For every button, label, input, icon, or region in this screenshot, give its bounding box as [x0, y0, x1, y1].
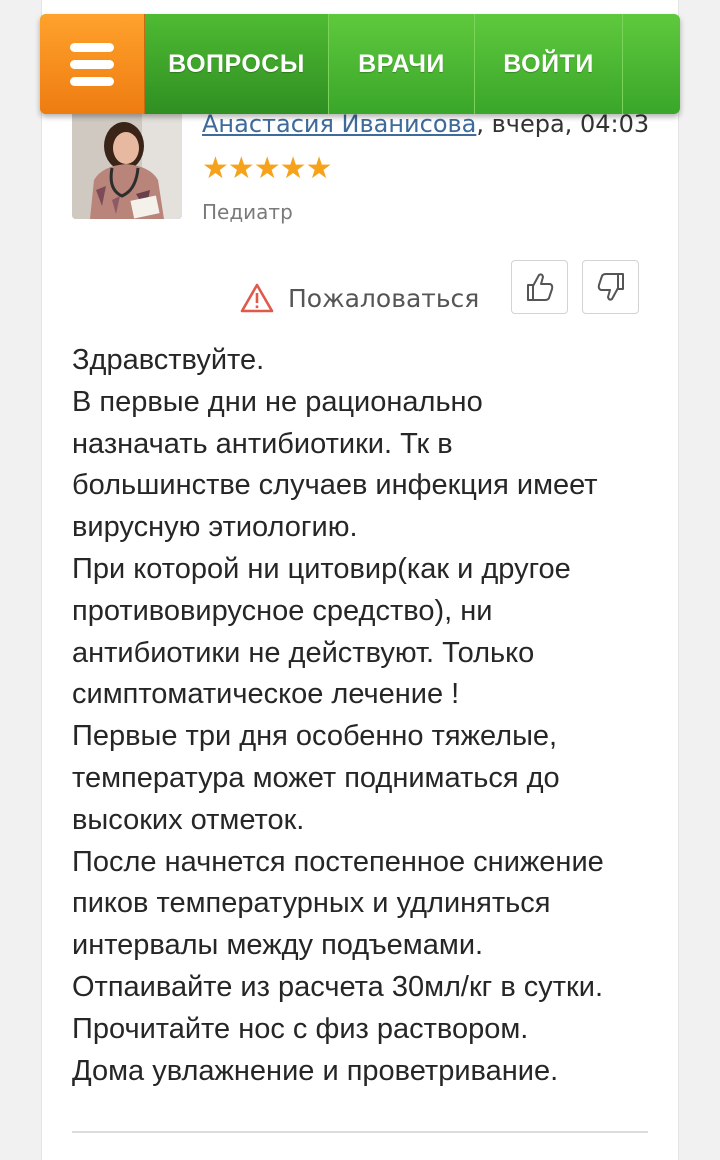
- report-link[interactable]: Пожаловаться: [240, 280, 479, 316]
- posted-time: , вчера, 04:03: [476, 110, 650, 138]
- answer-line: В первые дни не рационально: [72, 385, 483, 418]
- doctor-specialty: Педиатр: [202, 200, 293, 224]
- nav-login[interactable]: ВОЙТИ: [475, 14, 623, 114]
- nav-questions[interactable]: ВОПРОСЫ: [145, 14, 329, 114]
- answer-line: противовирусное средство), ни: [72, 594, 493, 627]
- like-button[interactable]: [511, 260, 568, 314]
- answer-line: вирусную этиологию.: [72, 511, 358, 544]
- nav-doctors[interactable]: ВРАЧИ: [329, 14, 475, 114]
- answer-line: Дома увлажнение и проветривание.: [72, 1054, 559, 1087]
- thumbs-up-icon: [526, 273, 553, 301]
- answer-divider: [72, 1131, 648, 1133]
- author-name-link[interactable]: Анастасия Иванисова: [202, 110, 476, 138]
- answer-line: При которой ни цитовир(как и другое: [72, 552, 571, 585]
- answer-line: антибиотики не действуют. Только: [72, 636, 535, 669]
- doctor-avatar[interactable]: [72, 110, 182, 219]
- thumbs-down-icon: [597, 273, 624, 301]
- answer-line: высоких отметок.: [72, 803, 305, 836]
- answer-line: большинстве случаев инфекция имеет: [72, 469, 598, 502]
- answer-line: назначать антибиотики. Тк в: [72, 427, 453, 460]
- answer-line: Прочитайте нос с физ раствором.: [72, 1012, 529, 1045]
- answer-line: интервалы между подъемами.: [72, 929, 484, 962]
- answer-line: симптоматическое лечение !: [72, 678, 460, 711]
- answer-line: Здравствуйте.: [72, 344, 265, 376]
- hamburger-icon: [70, 42, 114, 52]
- answer-line: температура может подниматься до: [72, 761, 560, 794]
- report-label: Пожаловаться: [288, 283, 480, 313]
- dislike-button[interactable]: [582, 260, 639, 314]
- answer-line: Первые три дня особенно тяжелые,: [72, 720, 558, 753]
- menu-button[interactable]: [40, 14, 145, 114]
- author-line: Анастасия Иванисова, вчера, 04:03: [202, 110, 649, 138]
- answer-line: Отпаивайте из расчета 30мл/кг в сутки.: [72, 970, 604, 1003]
- answer-text: Здравствуйте. В первые дни не рациональн…: [72, 340, 672, 1092]
- rating-stars: ★★★★★: [202, 151, 332, 186]
- warning-triangle-icon: [240, 283, 274, 313]
- answer-line: После начнется постепенное снижение: [72, 845, 604, 878]
- top-nav: ВОПРОСЫ ВРАЧИ ВОЙТИ: [40, 14, 680, 114]
- answer-line: пиков температурных и удлиняться: [72, 887, 551, 920]
